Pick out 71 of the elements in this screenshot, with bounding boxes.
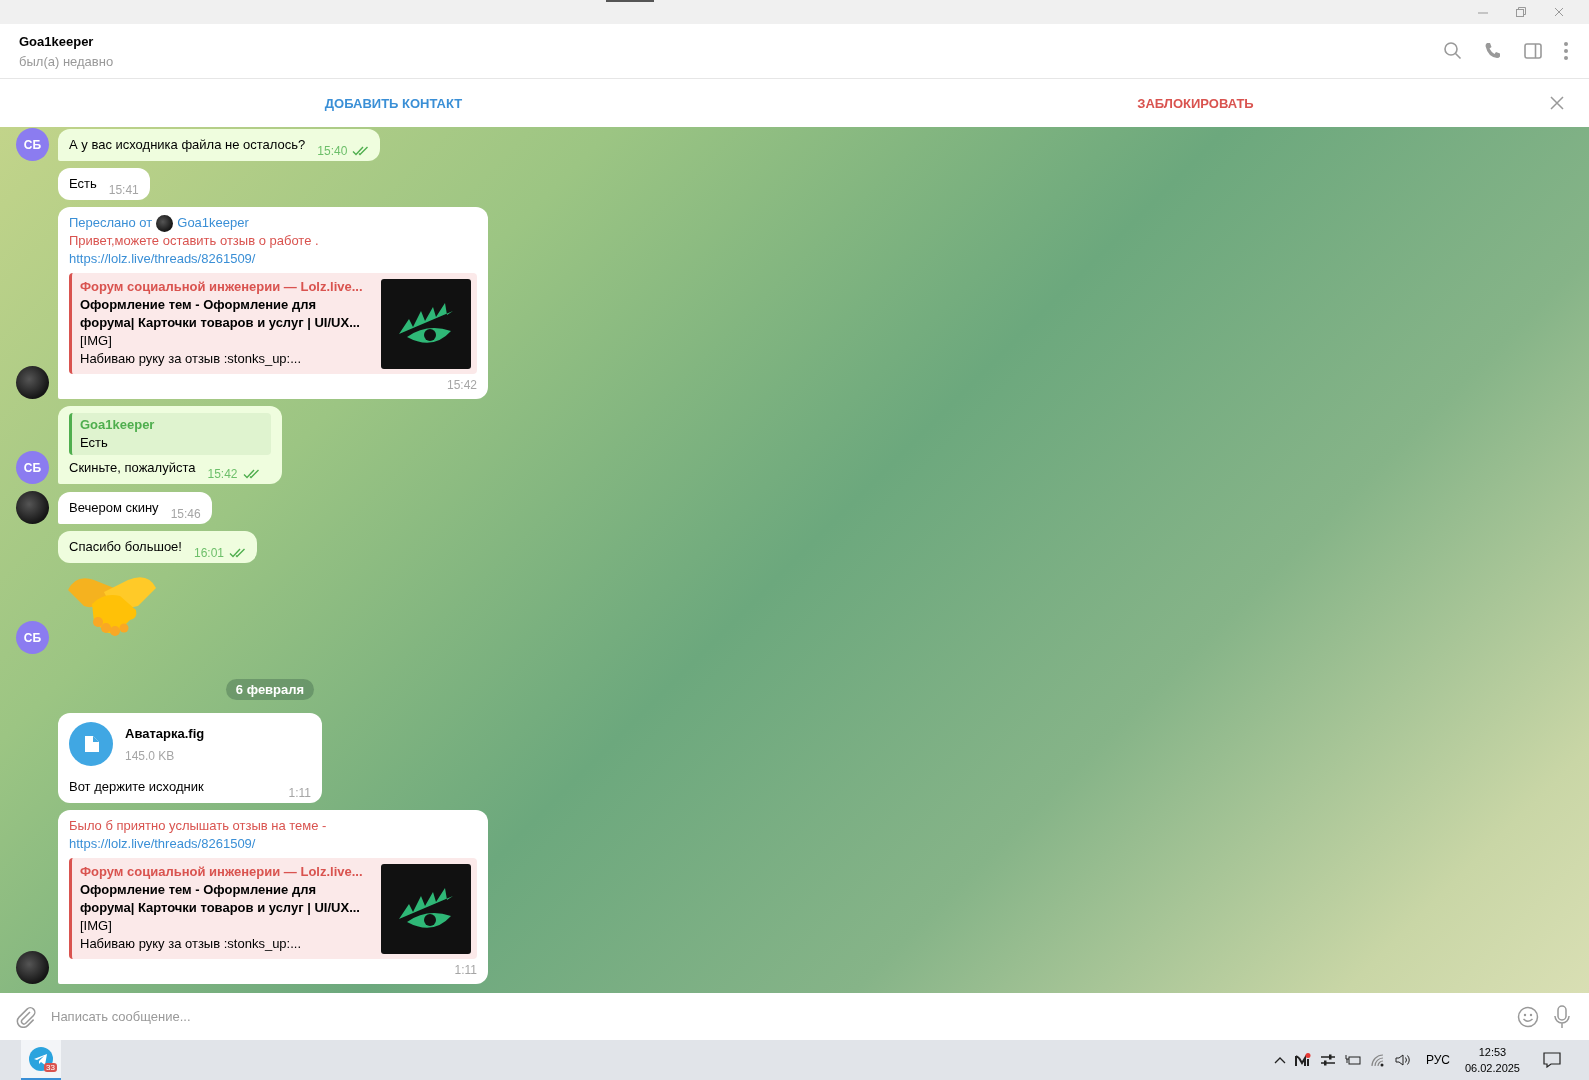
message-text: Было б приятно услышать отзыв на теме - bbox=[69, 817, 328, 835]
close-icon[interactable] bbox=[1553, 6, 1565, 18]
avatar-initials[interactable]: СБ bbox=[16, 128, 49, 161]
reply-text: Есть bbox=[80, 434, 109, 452]
message-time: 15:40 bbox=[317, 144, 348, 158]
message-text: Привет,можете оставить отзыв о работе . bbox=[69, 232, 320, 250]
file-size: 145.0 KB bbox=[125, 748, 176, 763]
battery-icon[interactable] bbox=[1344, 1054, 1361, 1066]
message-time: 15:42 bbox=[207, 467, 238, 481]
preview-title: Оформление тем - Оформление для форума| Карточки товаров и услуг | UI/UX... bbox=[80, 296, 361, 332]
clock-time: 12:53 bbox=[1478, 1045, 1507, 1060]
preview-text: [IMG] bbox=[80, 917, 113, 935]
forwarded-label: Переслано от bbox=[69, 214, 153, 232]
keyboard-language[interactable]: РУС bbox=[1425, 1053, 1450, 1067]
link[interactable]: https://lolz.live/threads/8261509/ bbox=[69, 835, 256, 853]
link-preview-card[interactable]: Форум социальной инженерии — Lolz.live... Оформление тем - Оформление для форума| Карточки товаров и услуг | UI/UX... [IMG] Набиваю руку за отзыв :stonks_up:... bbox=[69, 858, 477, 959]
paper-plane-icon bbox=[29, 1047, 53, 1071]
window-drag-handle[interactable] bbox=[606, 0, 654, 2]
avatar-photo[interactable] bbox=[16, 491, 49, 524]
emoji-icon[interactable] bbox=[1517, 1005, 1539, 1028]
sidebar-toggle-icon[interactable] bbox=[1523, 41, 1543, 61]
chevron-up-icon[interactable] bbox=[1273, 1056, 1286, 1064]
date-separator: 6 февраля bbox=[225, 679, 315, 700]
close-icon[interactable] bbox=[1550, 96, 1564, 110]
avatar-photo[interactable] bbox=[16, 951, 49, 984]
notification-icon[interactable] bbox=[1543, 1052, 1561, 1068]
reply-author: Goa1keeper bbox=[80, 416, 156, 434]
forwarded-from-name[interactable]: Goa1keeper bbox=[177, 214, 249, 232]
preview-text: Набиваю руку за отзыв :stonks_up:... bbox=[80, 935, 303, 953]
speaker-icon[interactable] bbox=[1394, 1053, 1411, 1067]
file-name[interactable]: Аватарка.fig bbox=[125, 725, 205, 741]
clock-date: 06.02.2025 bbox=[1464, 1061, 1520, 1076]
meter-icon[interactable] bbox=[1294, 1053, 1311, 1067]
message-time: 1:11 bbox=[288, 786, 311, 800]
avatar-initials[interactable]: СБ bbox=[16, 621, 49, 654]
wifi-icon[interactable] bbox=[1369, 1053, 1386, 1067]
message-time: 15:46 bbox=[170, 507, 201, 521]
preview-text: [IMG] bbox=[80, 332, 113, 350]
message-time: 1:11 bbox=[454, 963, 477, 977]
message-text: Вот держите исходник bbox=[69, 778, 204, 796]
avatar-initials[interactable]: СБ bbox=[16, 451, 49, 484]
chat-title: Goa1keeper bbox=[19, 33, 95, 49]
message-text: Есть bbox=[69, 175, 97, 193]
message-time: 15:41 bbox=[108, 183, 139, 197]
message-text: Спасибо большое! bbox=[69, 538, 182, 556]
unread-badge: 33 bbox=[44, 1063, 57, 1072]
restore-icon[interactable] bbox=[1515, 6, 1527, 18]
search-icon[interactable] bbox=[1443, 41, 1463, 61]
attach-icon[interactable] bbox=[15, 1005, 37, 1028]
file-icon[interactable] bbox=[69, 722, 113, 766]
reply-quote[interactable]: Goa1keeper Есть bbox=[69, 413, 271, 455]
preview-text: Набиваю руку за отзыв :stonks_up:... bbox=[80, 350, 303, 368]
message-time: 15:42 bbox=[446, 378, 477, 392]
message-time: 16:01 bbox=[193, 546, 224, 560]
microphone-icon[interactable] bbox=[1553, 1004, 1571, 1029]
message-text: А у вас исходника файла не осталось? bbox=[69, 136, 306, 154]
clock[interactable]: 12:53 06.02.2025 bbox=[1464, 1044, 1520, 1076]
link-preview-card[interactable]: Форум социальной инженерии — Lolz.live... Оформление тем - Оформление для форума| Карточки товаров и услуг | UI/UX... [IMG] Набиваю руку за отзыв :stonks_up:... bbox=[69, 273, 477, 374]
preview-site-name: Форум социальной инженерии — Lolz.live... bbox=[80, 863, 364, 881]
preview-title: Оформление тем - Оформление для форума| Карточки товаров и услуг | UI/UX... bbox=[80, 881, 361, 917]
link[interactable]: https://lolz.live/threads/8261509/ bbox=[69, 250, 256, 268]
preview-site-name: Форум социальной инженерии — Lolz.live... bbox=[80, 278, 364, 296]
phone-icon[interactable] bbox=[1483, 41, 1503, 61]
more-options-icon[interactable] bbox=[1563, 41, 1569, 61]
last-seen-status: был(а) недавно bbox=[19, 53, 114, 69]
avatar-photo bbox=[156, 214, 174, 232]
message-text: Вечером скину bbox=[69, 499, 159, 517]
taskbar-app-button[interactable]: 33 bbox=[21, 1040, 61, 1080]
sliders-icon[interactable] bbox=[1319, 1054, 1336, 1066]
message-text: Скиньте, пожалуйста bbox=[69, 459, 196, 477]
avatar-photo[interactable] bbox=[16, 366, 49, 399]
